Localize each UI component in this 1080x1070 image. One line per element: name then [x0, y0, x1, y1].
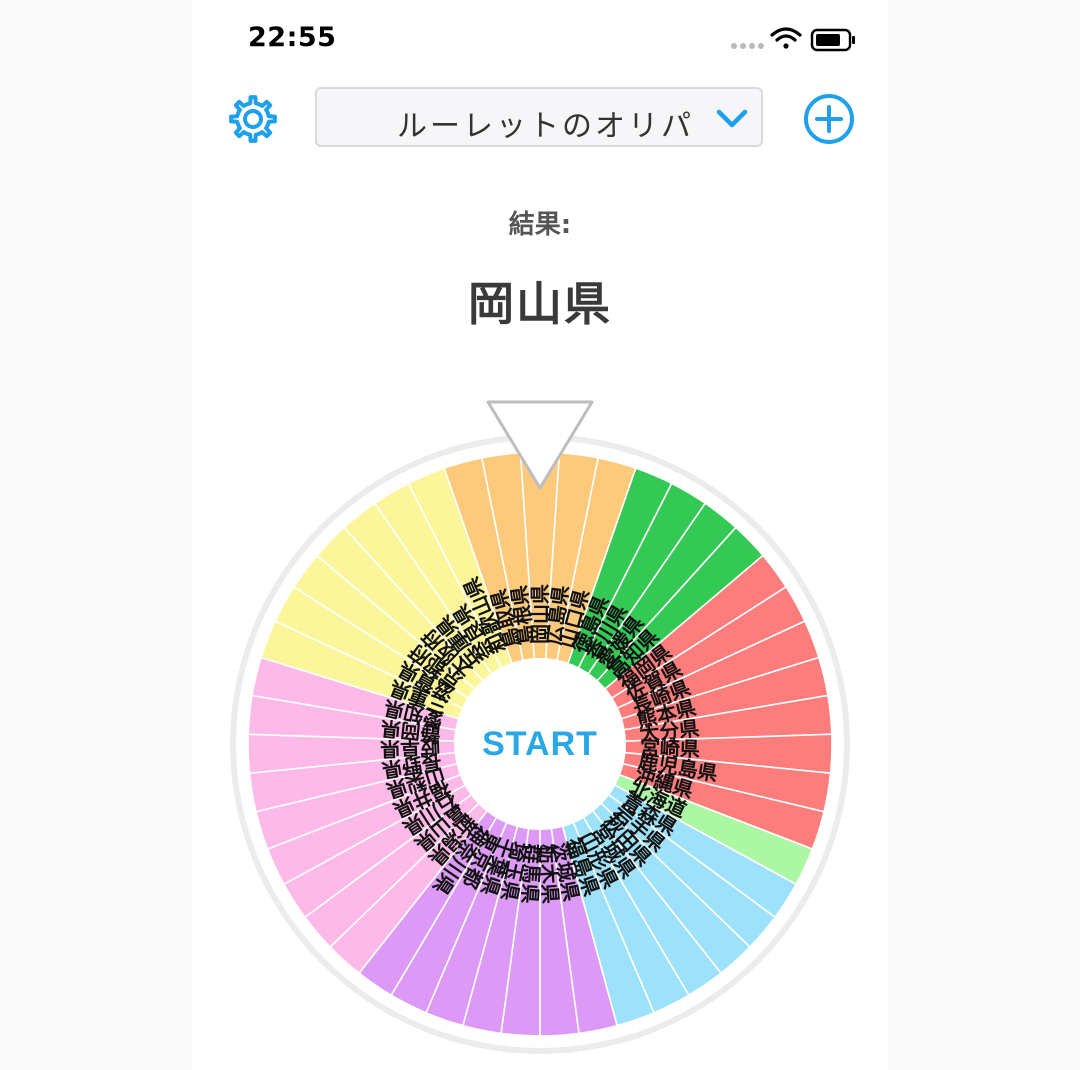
result-value: 岡山県: [468, 277, 612, 331]
start-button[interactable]: START: [454, 682, 626, 806]
add-roulette-button[interactable]: [802, 92, 856, 146]
result-label: 結果:: [508, 210, 572, 240]
status-time: 22:55: [248, 22, 337, 53]
wifi-icon: [770, 27, 802, 49]
roulette-selector-dropdown[interactable]: ルーレットのオリパ: [315, 87, 763, 147]
triangle-pointer-icon: [486, 400, 594, 490]
roulette-wheel[interactable]: 北海道 青森県 岩手県 秋田県 宮城県 山形県 福島県 茨城県 栃木県 群馬県 埼玉県 千葉県 東京都神…: [228, 432, 852, 1056]
left-background: [0, 0, 192, 1070]
plus-circle-icon: [804, 94, 854, 144]
battery-icon: [810, 28, 855, 52]
gear-icon: [229, 95, 277, 143]
settings-button[interactable]: [224, 90, 282, 148]
chevron-down-icon: [716, 109, 748, 128]
status-icons: [728, 24, 858, 56]
roulette-selector-label: ルーレットのオリパ: [397, 109, 694, 144]
signal-icon: [731, 43, 764, 49]
right-background: [888, 0, 1080, 1070]
